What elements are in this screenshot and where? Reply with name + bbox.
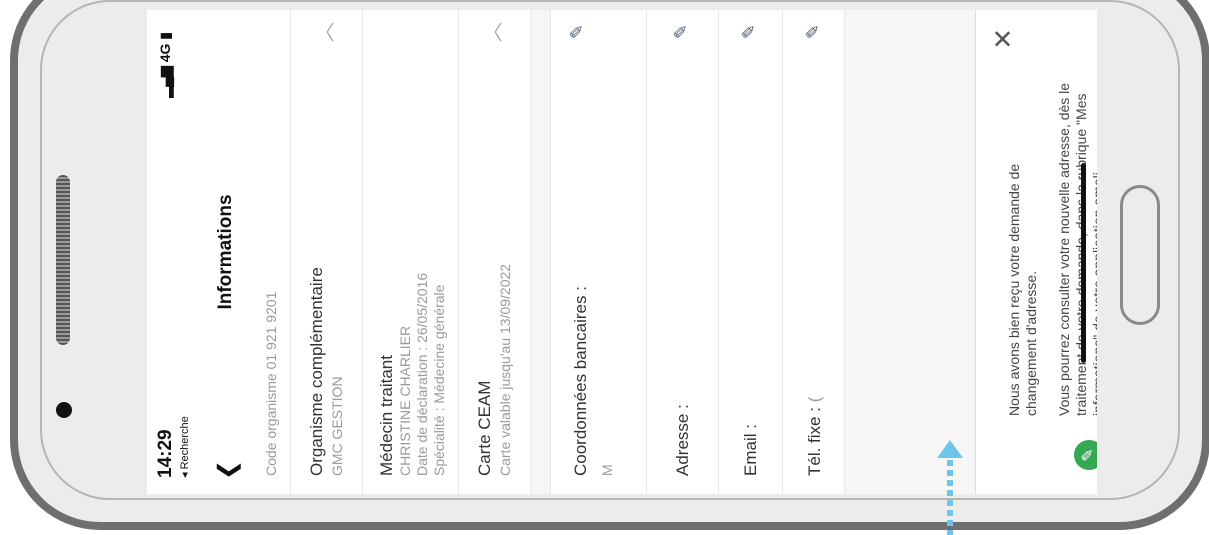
organisme-subtitle: GMC GESTION [329,376,345,476]
email-title: Email : [741,424,760,476]
bank-details-title: Coordonnées bancaires : [571,286,590,476]
back-to-search-link[interactable]: ◂ Recherche [178,416,191,478]
medecin-date: Date de déclaration : 26/05/2016 [414,272,430,476]
edit-pencil-icon[interactable]: ✎ [567,24,588,39]
signal-indicator: ▂▄▆ 4G ▮ [157,32,174,98]
ceam-subtitle: Carte valable jusqu'au 13/09/2022 [497,263,513,476]
battery-icon: ▮ [157,32,173,40]
address-title: Adresse : [673,404,692,476]
ceam-row[interactable]: Carte CEAM Carte valable jusqu'au 13/09/… [459,10,531,494]
home-indicator[interactable] [1081,163,1086,363]
front-camera [56,402,72,418]
section-divider [531,10,551,494]
status-bar: 14:29 ◂ Recherche ▂▄▆ 4G ▮ [147,10,207,494]
phone-title: Tél. fixe : ( [805,396,824,476]
confirmation-message: Nous avons bien reçu votre demande de ch… [1006,163,1039,416]
signal-bars-icon: ▂▄▆ [157,66,173,98]
pencil-badge-icon: ✎ [1074,440,1097,470]
email-row[interactable]: Email : ✎ [719,10,783,494]
status-time: 14:29 [155,429,176,478]
app-screen-rotated: 14:29 ◂ Recherche ▂▄▆ 4G ▮ ❮ Information… [147,10,1097,494]
edit-pencil-icon[interactable]: ✎ [671,24,692,39]
bank-details-value: M [599,384,616,476]
chevron-up-icon[interactable]: ︿ [477,22,506,42]
phone-row[interactable]: Tél. fixe : ( ✎ [783,10,845,494]
pointer-dotted-line [947,450,953,535]
page-title: Informations [215,194,236,310]
medecin-title: Médecin traitant [377,355,396,476]
address-row[interactable]: Adresse : ✎ [647,10,719,494]
empty-list-area [845,10,975,494]
bank-details-row[interactable]: Coordonnées bancaires : M ✎ [551,10,647,494]
network-type: 4G [157,43,173,63]
confirmation-details: Vous pourrez consulter votre nouvelle ad… [1056,82,1097,416]
home-button[interactable] [1120,185,1160,325]
edit-pencil-icon[interactable]: ✎ [803,24,824,39]
medecin-speciality: Spécialité : Médecine générale [431,284,447,476]
code-organisme-text: Code organisme 01 921 9201 [263,291,279,476]
chevron-up-icon[interactable]: ︿ [309,22,338,42]
navigation-bar: ❮ Informations [205,10,251,494]
medecin-row: Médecin traitant CHRISTINE CHARLIER Date… [363,10,459,494]
organisme-row[interactable]: Organisme complémentaire GMC GESTION ︿ [291,10,363,494]
confirmation-panel: ✎ Nous avons bien reçu votre demande de … [975,10,1097,494]
phone-screen: 14:29 ◂ Recherche ▂▄▆ 4G ▮ ❮ Information… [147,10,1097,494]
medecin-name: CHRISTINE CHARLIER [397,325,413,476]
close-icon[interactable]: ✕ [988,28,1019,50]
speaker-grille [56,175,70,345]
ceam-title: Carte CEAM [475,380,494,476]
edit-pencil-icon[interactable]: ✎ [739,24,760,39]
organisme-title: Organisme complémentaire [307,267,326,476]
code-organisme-row: Code organisme 01 921 9201 [251,10,291,494]
